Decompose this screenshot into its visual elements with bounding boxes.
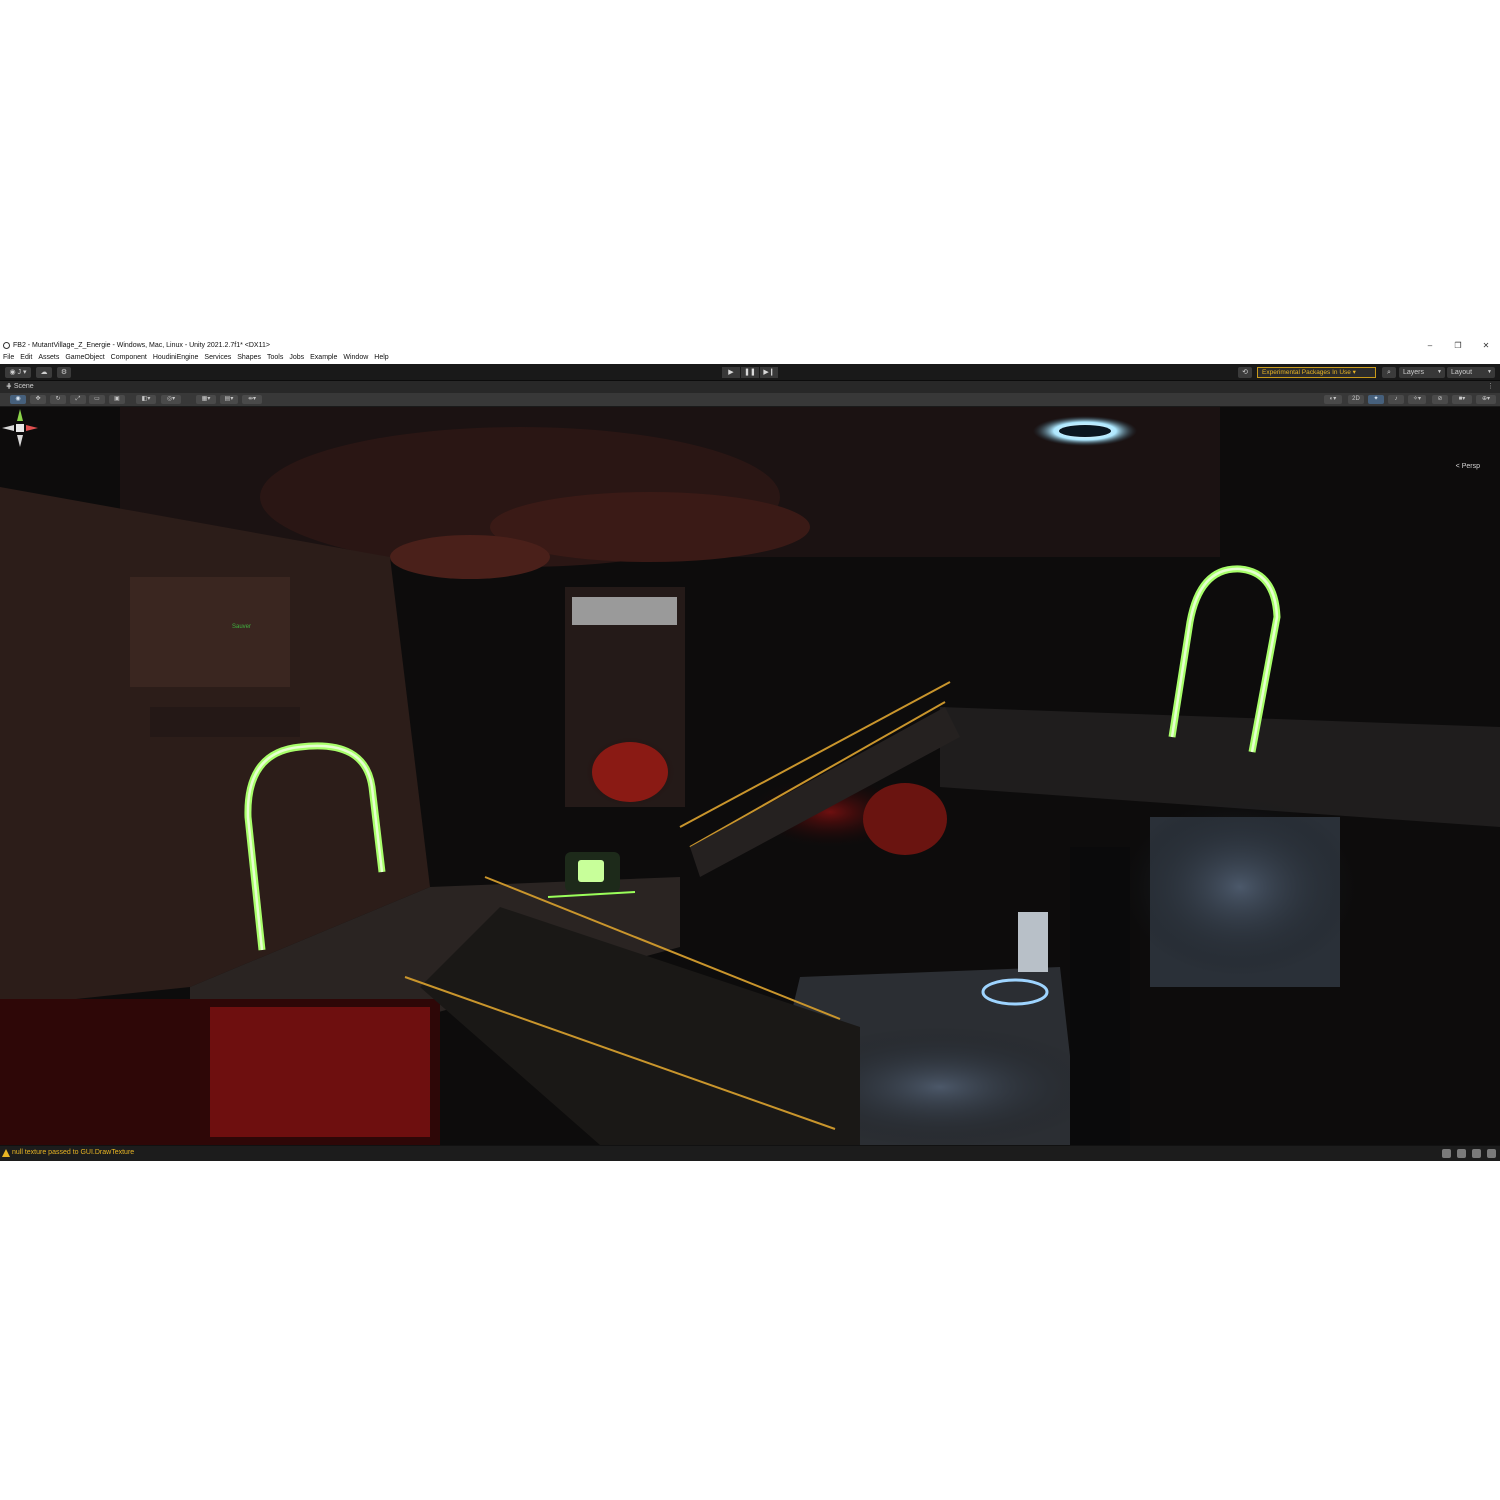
menu-services[interactable]: Services bbox=[204, 352, 231, 364]
view-tool-icon[interactable]: ◉ bbox=[10, 395, 26, 404]
menu-houdiniengine[interactable]: HoudiniEngine bbox=[153, 352, 199, 364]
scene-tab-bar: ⋕ Scene ⋮ bbox=[0, 381, 1500, 393]
grid-snap-icon[interactable]: ▦▾ bbox=[196, 395, 216, 404]
sauver-sign: Sauver bbox=[232, 624, 252, 630]
gizmos-toggle-icon[interactable]: ⊕▾ bbox=[1476, 395, 1496, 404]
account-icon: ◉ bbox=[9, 369, 18, 376]
console-message[interactable]: null texture passed to GUI.DrawTexture bbox=[12, 1148, 134, 1158]
orientation-gizmo-icon[interactable] bbox=[0, 407, 40, 453]
align-icon[interactable]: ⇹▾ bbox=[242, 395, 262, 404]
layers-dropdown[interactable]: Layers ▼ bbox=[1399, 367, 1445, 378]
account-dropdown[interactable]: ◉ J ▾ bbox=[5, 367, 31, 378]
audio-toggle-icon[interactable]: ♪ bbox=[1388, 395, 1404, 404]
search-icon[interactable]: ⌕ bbox=[1382, 367, 1396, 378]
menu-file[interactable]: File bbox=[3, 352, 14, 364]
scene-icon: ⋕ bbox=[6, 383, 14, 390]
rotate-tool-icon[interactable]: ↻ bbox=[50, 395, 66, 404]
bake-icon[interactable] bbox=[1457, 1149, 1466, 1158]
effects-toggle-icon[interactable]: ✧▾ bbox=[1408, 395, 1426, 404]
close-button[interactable]: ✕ bbox=[1472, 339, 1500, 352]
cache-icon[interactable] bbox=[1472, 1149, 1481, 1158]
debug-mode-icon[interactable] bbox=[1442, 1149, 1451, 1158]
scale-tool-icon[interactable]: ⤢ bbox=[70, 395, 86, 404]
collab-icon[interactable]: ⚙ bbox=[57, 367, 71, 378]
menu-component[interactable]: Component bbox=[111, 352, 147, 364]
main-toolbar: ◉ J ▾ ☁ ⚙ ▶ ❚❚ ▶❙ ⟲ Experimental Package… bbox=[0, 364, 1500, 381]
pivot-toggle-icon[interactable]: ◧▾ bbox=[136, 395, 156, 404]
pause-button[interactable]: ❚❚ bbox=[741, 367, 759, 378]
layout-dropdown[interactable]: Layout ▼ bbox=[1447, 367, 1495, 378]
menu-shapes[interactable]: Shapes bbox=[237, 352, 261, 364]
menu-help[interactable]: Help bbox=[374, 352, 388, 364]
toggle-2d-button[interactable]: 2D bbox=[1348, 395, 1364, 404]
scene-render bbox=[0, 407, 1500, 1145]
global-toggle-icon[interactable]: ◎▾ bbox=[161, 395, 181, 404]
unity-logo-icon bbox=[3, 342, 10, 349]
window-controls: – ❐ ✕ bbox=[1416, 339, 1500, 352]
menu-assets[interactable]: Assets bbox=[38, 352, 59, 364]
shading-mode-icon[interactable]: ◐▾ bbox=[1324, 395, 1342, 404]
snap-increment-icon[interactable]: ▤▾ bbox=[220, 395, 238, 404]
menu-edit[interactable]: Edit bbox=[20, 352, 32, 364]
menu-tools[interactable]: Tools bbox=[267, 352, 283, 364]
step-button[interactable]: ▶❙ bbox=[760, 367, 778, 378]
menu-example[interactable]: Example bbox=[310, 352, 337, 364]
transform-tool-icon[interactable]: ▣ bbox=[109, 395, 125, 404]
menu-gameobject[interactable]: GameObject bbox=[65, 352, 104, 364]
history-icon[interactable]: ⟲ bbox=[1238, 367, 1252, 378]
tab-scene[interactable]: ⋕ Scene bbox=[6, 381, 34, 393]
title-bar: FB2 - MutantVillage_Z_Energie - Windows,… bbox=[0, 339, 1500, 352]
window-title: FB2 - MutantVillage_Z_Energie - Windows,… bbox=[13, 342, 270, 349]
status-icons bbox=[1436, 1149, 1496, 1158]
move-tool-icon[interactable]: ✥ bbox=[30, 395, 46, 404]
menu-window[interactable]: Window bbox=[343, 352, 368, 364]
hidden-objects-icon[interactable]: ⊘ bbox=[1432, 395, 1448, 404]
playmode-controls: ▶ ❚❚ ▶❙ bbox=[722, 367, 779, 378]
unity-editor-window: FB2 - MutantVillage_Z_Energie - Windows,… bbox=[0, 339, 1500, 1161]
menu-bar: File Edit Assets GameObject Component Ho… bbox=[0, 352, 1500, 364]
more-options-icon[interactable]: ⋮ bbox=[1487, 381, 1494, 393]
scene-viewport[interactable]: Sauver < Persp bbox=[0, 407, 1500, 1145]
chevron-down-icon: ▼ bbox=[1487, 369, 1492, 375]
projection-label[interactable]: < Persp bbox=[1456, 463, 1480, 470]
camera-settings-icon[interactable]: ■▾ bbox=[1452, 395, 1472, 404]
maximize-button[interactable]: ❐ bbox=[1444, 339, 1472, 352]
minimize-button[interactable]: – bbox=[1416, 339, 1444, 352]
status-bar: null texture passed to GUI.DrawTexture bbox=[0, 1145, 1500, 1161]
play-button[interactable]: ▶ bbox=[722, 367, 740, 378]
warning-icon bbox=[2, 1149, 10, 1157]
rect-tool-icon[interactable]: ▭ bbox=[89, 395, 105, 404]
menu-jobs[interactable]: Jobs bbox=[289, 352, 304, 364]
progress-icon[interactable] bbox=[1487, 1149, 1496, 1158]
experimental-packages-button[interactable]: Experimental Packages In Use ▾ bbox=[1257, 367, 1376, 378]
cloud-icon[interactable]: ☁ bbox=[36, 367, 52, 378]
lighting-toggle-icon[interactable]: ✦ bbox=[1368, 395, 1384, 404]
scene-toolbar: ◉ ✥ ↻ ⤢ ▭ ▣ ◧▾ ◎▾ ▦▾ ▤▾ ⇹▾ ◐▾ 2D ✦ ♪ ✧▾ … bbox=[0, 393, 1500, 407]
chevron-down-icon: ▼ bbox=[1437, 369, 1442, 375]
